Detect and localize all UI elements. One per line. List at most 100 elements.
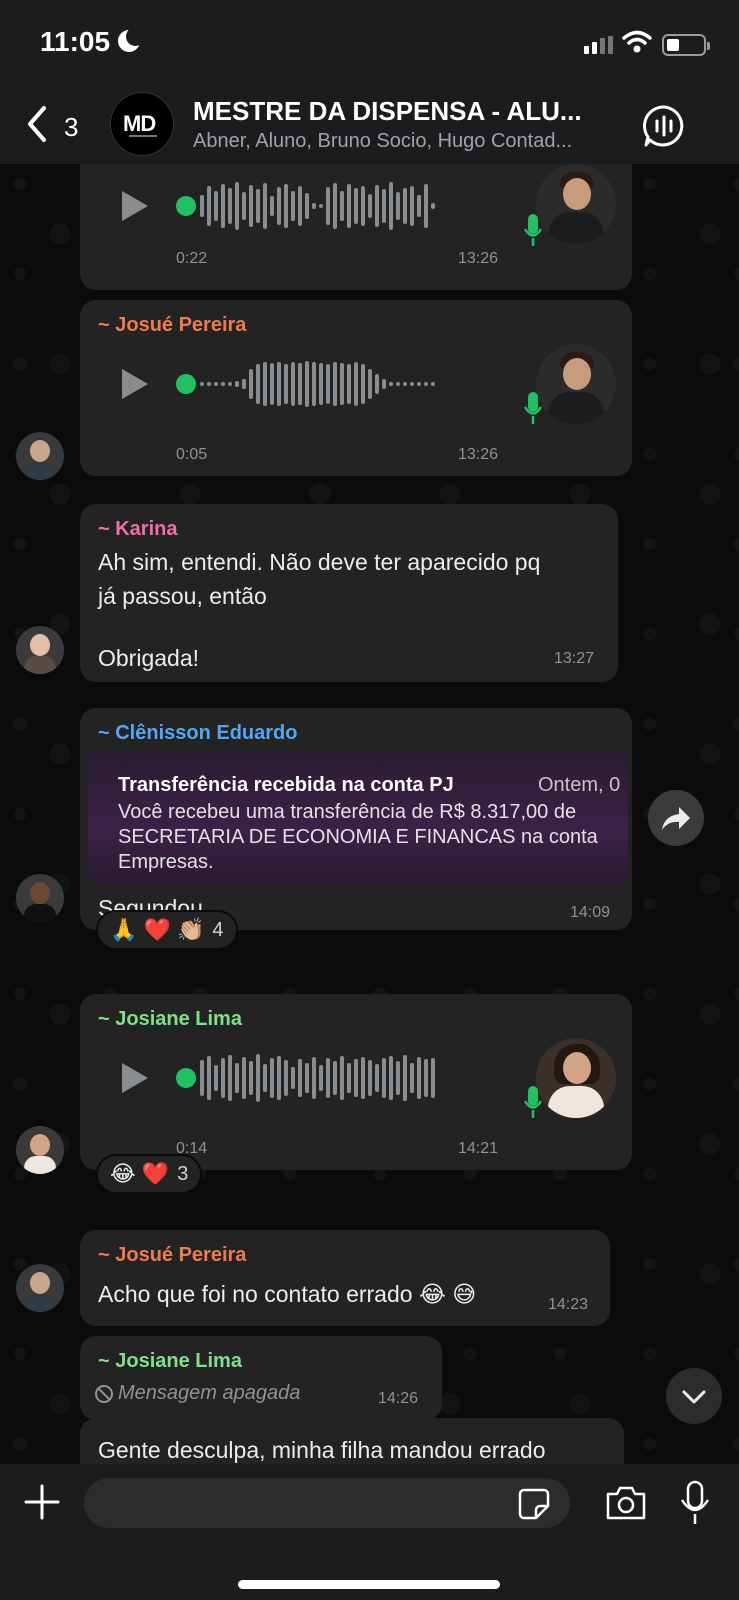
- unread-count: 3: [64, 112, 79, 142]
- waveform-bar: [389, 382, 393, 386]
- group-title[interactable]: MESTRE DA DISPENSA - ALU...: [193, 96, 613, 127]
- voice-message[interactable]: ~ Josiane Lima 0:14 14:21: [80, 994, 632, 1170]
- sender-name[interactable]: ~ Josué Pereira: [98, 314, 246, 337]
- waveform-bar: [354, 362, 358, 406]
- playback-position[interactable]: [176, 196, 196, 216]
- waveform-bar: [312, 1057, 316, 1099]
- deleted-message[interactable]: ~ Josiane Lima Mensagem apagada 14:26: [80, 1336, 442, 1420]
- text-message[interactable]: Gente desculpa, minha filha mandou errad…: [80, 1418, 624, 1464]
- sender-avatar[interactable]: [16, 626, 64, 674]
- play-icon[interactable]: [122, 1063, 148, 1093]
- waveform[interactable]: [200, 181, 435, 231]
- voice-message[interactable]: 0:22 13:26: [80, 164, 632, 290]
- text-message[interactable]: ~ Josué Pereira Acho que foi no contato …: [80, 1230, 610, 1326]
- message-reactions[interactable]: 🙏 ❤️ 👏🏼 4: [96, 910, 238, 950]
- waveform-bar: [242, 192, 246, 220]
- voice-message[interactable]: ~ Josué Pereira 0:05 13:26: [80, 300, 632, 476]
- message-time: 14:26: [378, 1390, 419, 1407]
- reaction-emojis: 😂 ❤️: [110, 1161, 170, 1186]
- waveform-bar: [235, 182, 239, 230]
- waveform-bar: [305, 361, 309, 407]
- group-members[interactable]: Abner, Aluno, Bruno Socio, Hugo Contad..…: [193, 130, 623, 153]
- waveform-bar: [382, 189, 386, 223]
- microphone-icon: [680, 1480, 710, 1524]
- waveform-bar: [312, 203, 316, 209]
- waveform-bar: [424, 1059, 428, 1097]
- reaction-count: 4: [212, 918, 224, 941]
- back-button[interactable]: 3: [20, 104, 90, 148]
- message-text: já passou, então: [98, 583, 267, 609]
- play-icon[interactable]: [122, 369, 148, 399]
- waveform-bar: [256, 1054, 260, 1102]
- text-message[interactable]: ~ Karina Ah sim, entendi. Não deve ter a…: [80, 504, 618, 682]
- blocked-icon: [95, 1385, 113, 1403]
- waveform-bar: [424, 184, 428, 228]
- waveform-bar: [347, 364, 351, 404]
- waveform-bar: [396, 382, 400, 386]
- message-time: 13:26: [458, 446, 499, 463]
- camera-button[interactable]: [604, 1484, 648, 1522]
- waveform-bar: [221, 184, 225, 228]
- playback-position[interactable]: [176, 1068, 196, 1088]
- waveform-bar: [368, 369, 372, 399]
- waveform-bar: [410, 382, 414, 386]
- sender-avatar[interactable]: [16, 874, 64, 922]
- message-reactions[interactable]: 😂 ❤️ 3: [96, 1154, 203, 1194]
- waveform[interactable]: [200, 359, 435, 409]
- waveform-bar: [291, 1067, 295, 1089]
- sender-name[interactable]: ~ Clênisson Eduardo: [98, 722, 297, 745]
- attach-button[interactable]: [22, 1482, 62, 1522]
- waveform-bar: [200, 1060, 204, 1096]
- chevron-down-icon: [682, 1390, 706, 1404]
- waveform-bar: [284, 1060, 288, 1096]
- sender-photo: [536, 1038, 616, 1118]
- play-icon[interactable]: [122, 191, 148, 221]
- voice-record-button[interactable]: [678, 1480, 712, 1526]
- sender-name[interactable]: ~ Josiane Lima: [98, 1008, 242, 1031]
- forward-button[interactable]: [648, 790, 704, 846]
- waveform-bar: [214, 1065, 218, 1091]
- waveform-bar: [298, 1059, 302, 1097]
- waveform-bar: [200, 195, 204, 217]
- camera-icon: [606, 1486, 646, 1520]
- waveform-bar: [389, 182, 393, 230]
- logo-underline: [129, 135, 157, 137]
- scroll-to-bottom-button[interactable]: [666, 1368, 722, 1424]
- waveform-bar: [382, 379, 386, 389]
- waveform-bar: [417, 382, 421, 386]
- waveform-bar: [249, 369, 253, 399]
- sender-avatar[interactable]: [16, 1126, 64, 1174]
- sender-name[interactable]: ~ Josué Pereira: [98, 1244, 246, 1267]
- waveform-bar: [361, 364, 365, 404]
- playback-position[interactable]: [176, 374, 196, 394]
- message-input[interactable]: [84, 1478, 570, 1528]
- sticker-button[interactable]: [518, 1488, 550, 1520]
- image-message[interactable]: ~ Clênisson Eduardo Transferência recebi…: [80, 708, 632, 930]
- waveform-bar: [263, 362, 267, 406]
- wifi-icon: [622, 30, 652, 53]
- deleted-label: Mensagem apagada: [118, 1382, 301, 1404]
- group-avatar[interactable]: MD: [110, 92, 174, 156]
- message-time: 14:09: [570, 904, 611, 921]
- sender-avatar[interactable]: [16, 1264, 64, 1312]
- notification-line: Você recebeu uma transferência de R$ 8.3…: [118, 801, 577, 823]
- waveform-bar: [340, 1056, 344, 1100]
- notification-line: SECRETARIA DE ECONOMIA E FINANCAS na con…: [118, 826, 598, 848]
- waveform-bar: [389, 1056, 393, 1100]
- sender-name[interactable]: ~ Josiane Lima: [98, 1350, 242, 1373]
- waveform-bar: [396, 1061, 400, 1095]
- waveform-bar: [333, 183, 337, 229]
- sender-name[interactable]: ~ Karina: [98, 518, 177, 541]
- chat-messages[interactable]: 0:22 13:26 ~ Josué Pereira 0:05 13:26 ~ …: [0, 164, 739, 1464]
- waveform-bar: [319, 1065, 323, 1091]
- compose-bar: [0, 1464, 739, 1600]
- message-text: Obrigada!: [98, 645, 200, 671]
- waveform[interactable]: [200, 1053, 435, 1103]
- waveform-bar: [417, 1057, 421, 1099]
- sender-avatar[interactable]: [16, 432, 64, 480]
- waveform-bar: [319, 204, 323, 208]
- voice-call-button[interactable]: [640, 102, 688, 150]
- shared-image[interactable]: Transferência recebida na conta PJ Ontem…: [88, 752, 628, 884]
- waveform-bar: [382, 1058, 386, 1098]
- waveform-bar: [326, 364, 330, 404]
